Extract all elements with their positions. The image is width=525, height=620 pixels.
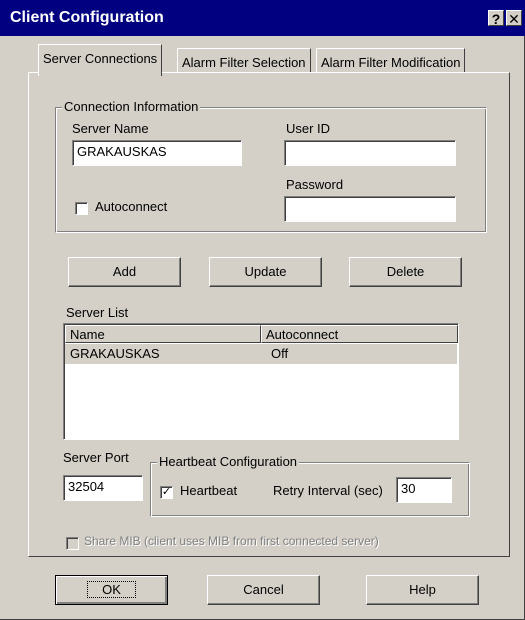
server-list-label: Server List [66, 305, 129, 320]
group-legend: Heartbeat Configuration [157, 454, 300, 469]
update-button[interactable]: Update [209, 257, 322, 287]
help-button[interactable]: Help [366, 575, 479, 605]
column-header-autoconnect[interactable]: Autoconnect [261, 325, 458, 343]
client-configuration-dialog: Client Configuration ? ✕ Server Connecti… [0, 0, 525, 620]
help-icon[interactable]: ? [488, 10, 504, 27]
server-name-label: Server Name [72, 121, 149, 136]
user-id-label: User ID [286, 121, 331, 136]
autoconnect-checkbox[interactable] [75, 202, 88, 215]
group-legend: Connection Information [62, 99, 201, 114]
update-button-label: Update [244, 264, 287, 279]
tab-server-connections[interactable]: Server Connections [38, 44, 163, 76]
heartbeat-checkbox[interactable]: ✓ [160, 486, 173, 499]
check-icon: ✓ [161, 486, 172, 498]
server-name-field[interactable]: GRAKAUSKAS [72, 140, 242, 166]
add-button[interactable]: Add [68, 257, 181, 287]
tab-label: Server Connections [43, 51, 158, 66]
ok-button[interactable]: OK [55, 575, 168, 605]
table-row[interactable]: GRAKAUSKAS Off [65, 344, 457, 364]
server-list[interactable]: Name Autoconnect GRAKAUSKAS Off [63, 323, 459, 440]
autoconnect-label: Autoconnect [95, 199, 168, 214]
heartbeat-label: Heartbeat [180, 483, 238, 498]
user-id-field[interactable] [284, 140, 456, 166]
password-label: Password [286, 177, 344, 192]
share-mib-label: Share MIB (client uses MIB from first co… [84, 534, 379, 548]
title-bar[interactable]: Client Configuration ? ✕ [0, 0, 525, 36]
server-port-label: Server Port [63, 450, 129, 465]
retry-interval-label: Retry Interval (sec) [273, 483, 383, 498]
cancel-button-label: Cancel [243, 582, 284, 597]
add-button-label: Add [112, 264, 137, 279]
password-field[interactable] [284, 196, 456, 222]
retry-interval-field[interactable]: 30 [396, 477, 452, 503]
ok-button-label: OK [87, 581, 136, 598]
delete-button-label: Delete [386, 264, 425, 279]
cancel-button[interactable]: Cancel [207, 575, 320, 605]
server-port-field[interactable]: 32504 [63, 475, 143, 501]
tab-label: Alarm Filter Modification [321, 55, 461, 70]
delete-button[interactable]: Delete [349, 257, 462, 287]
row-autoconnect-cell: Off [271, 346, 289, 361]
row-name-cell: GRAKAUSKAS [70, 346, 160, 361]
tab-label: Alarm Filter Selection [182, 55, 306, 70]
share-mib-checkbox[interactable] [66, 537, 79, 550]
help-button-label: Help [409, 582, 436, 597]
column-header-name[interactable]: Name [65, 325, 261, 343]
close-icon[interactable]: ✕ [506, 10, 522, 27]
window-title: Client Configuration [10, 9, 164, 26]
server-connections-panel: Connection Information Server Name GRAKA… [28, 72, 510, 557]
